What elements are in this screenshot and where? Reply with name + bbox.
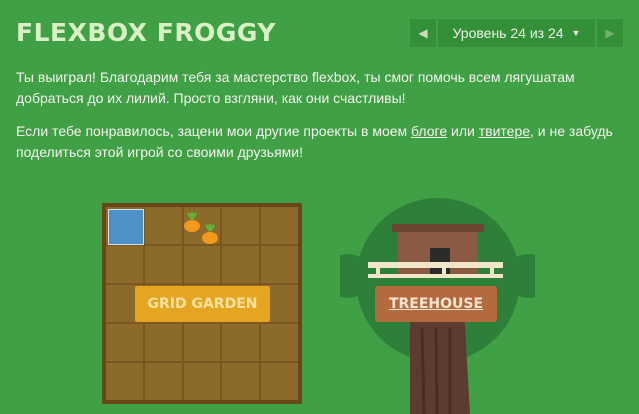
house-roof-icon: [392, 224, 484, 232]
win-message: Ты выиграл! Благодарим тебя за мастерств…: [16, 69, 575, 106]
balcony-floor-icon: [368, 274, 503, 278]
chevron-left-icon: ◀: [418, 26, 428, 40]
carrot-icon: [202, 224, 218, 244]
chevron-right-icon: ▶: [605, 26, 615, 40]
level-indicator[interactable]: Уровень 24 из 24 ▼: [438, 19, 595, 47]
previous-level-button[interactable]: ◀: [410, 19, 436, 47]
share-message: Если тебе понравилось, зацени мои другие…: [16, 121, 616, 163]
share-message-middle: или: [447, 123, 479, 139]
treehouse-button[interactable]: TREEHOUSE: [375, 286, 497, 322]
caret-down-icon: ▼: [571, 28, 581, 38]
tree-trunk-icon: [410, 308, 470, 414]
blog-link[interactable]: блоге: [411, 123, 447, 139]
page-title: FLEXBOX FROGGY: [16, 18, 276, 47]
twitter-link[interactable]: твитере: [479, 123, 530, 139]
grid-garden-button[interactable]: GRID GARDEN: [135, 286, 270, 322]
level-navigation: ◀ Уровень 24 из 24 ▼ ▶: [410, 19, 623, 47]
next-level-button[interactable]: ▶: [597, 19, 623, 47]
water-tile-icon: [108, 209, 144, 245]
treehouse-button-label: TREEHOUSE: [388, 296, 484, 312]
level-indicator-label: Уровень 24 из 24: [452, 25, 564, 41]
carrot-icon: [184, 212, 200, 232]
share-message-start: Если тебе понравилось, зацени мои другие…: [16, 123, 412, 139]
balcony-rail-icon: [368, 262, 503, 268]
